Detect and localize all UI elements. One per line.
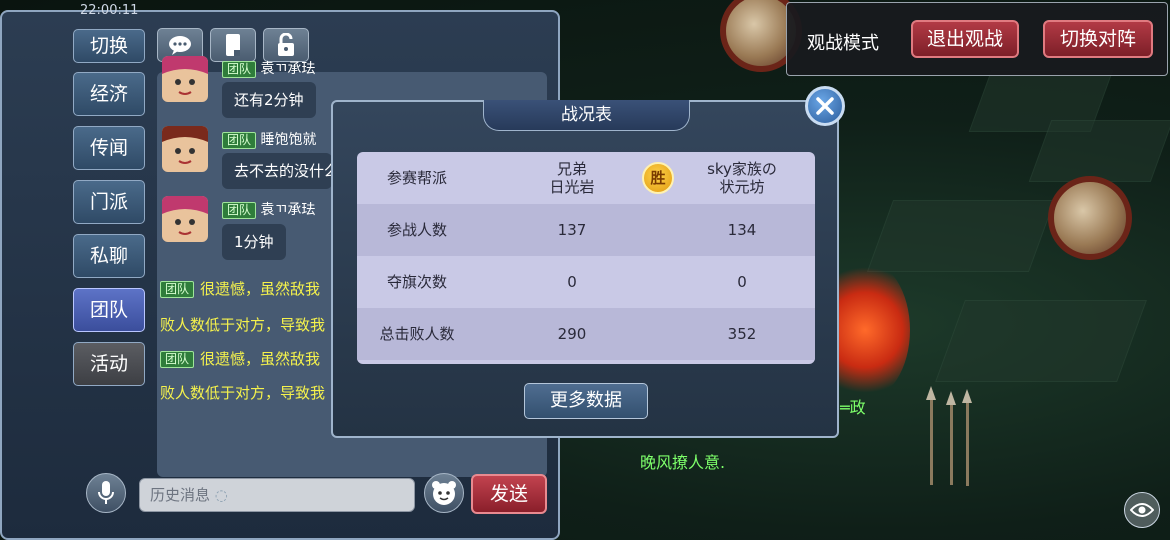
history-message-input[interactable]: 历史消息 ◌ <box>139 478 415 512</box>
row-label: 夺旗次数 <box>386 273 447 291</box>
chat-bubble: 1分钟 <box>222 224 286 260</box>
chat-bubble: 还有2分钟 <box>222 82 316 118</box>
exit-spectate-button[interactable]: 退出观战 <box>911 20 1019 58</box>
spear-rack <box>962 389 972 486</box>
tab-team[interactable]: 团队 <box>73 288 145 332</box>
tab-activity[interactable]: 活动 <box>73 342 145 386</box>
switch-matchup-button[interactable]: 切换对阵 <box>1043 20 1153 58</box>
table-header-row: 参赛帮派 兄弟 日光岩 胜 sky家族の 状元坊 <box>357 152 815 204</box>
stone-steps <box>1028 120 1170 182</box>
unlock-icon[interactable] <box>263 28 309 62</box>
loading-icon: ◌ <box>214 486 228 504</box>
system-message: 败人数低于对方，导致我 <box>160 316 326 334</box>
spectate-bar: 观战模式 退出观战 切换对阵 <box>786 2 1168 76</box>
team-b-value: 352 <box>727 325 757 343</box>
send-button[interactable]: 发送 <box>471 474 547 514</box>
avatar[interactable] <box>162 126 208 172</box>
phone-icon[interactable] <box>210 28 256 62</box>
team-a-value: 290 <box>557 325 587 343</box>
player-name-label: ═政 <box>840 398 866 417</box>
spear-rack <box>926 386 936 485</box>
system-message: 团队 很遗憾，虽然敌我 <box>160 348 330 369</box>
team-a-value: 0 <box>567 273 577 291</box>
chat-bubble: 去不去的没什么 <box>222 153 332 189</box>
tab-rumor[interactable]: 传闻 <box>73 126 145 170</box>
table-row: 夺旗次数 0 0 <box>357 256 815 308</box>
emoji-icon[interactable] <box>424 473 464 513</box>
avatar[interactable] <box>162 196 208 242</box>
row-label: 总击败人数 <box>379 325 455 343</box>
ground-tile <box>935 300 1147 382</box>
tab-sect[interactable]: 门派 <box>73 180 145 224</box>
header-label: 参赛帮派 <box>386 169 447 187</box>
status-time: 22:00:11 <box>80 3 139 18</box>
win-badge-icon: 胜 <box>642 162 674 194</box>
tab-economy[interactable]: 经济 <box>73 72 145 116</box>
war-drum <box>1048 176 1132 260</box>
close-button[interactable] <box>805 86 845 126</box>
tab-private[interactable]: 私聊 <box>73 234 145 278</box>
microphone-icon[interactable] <box>86 473 126 513</box>
avatar[interactable] <box>162 56 208 102</box>
team-b-value: 134 <box>727 221 757 239</box>
team-b-value: 0 <box>737 273 747 291</box>
team-b-name: sky家族の 状元坊 <box>707 160 777 196</box>
system-message: 团队 很遗憾，虽然敌我 <box>160 278 330 299</box>
player-name-label: 晚风撩人意. <box>640 453 726 472</box>
team-a-value: 137 <box>557 221 587 239</box>
dialog-title: 战况表 <box>483 100 690 131</box>
ground-tile <box>866 200 1056 272</box>
tab-switch[interactable]: 切换 <box>73 29 145 63</box>
battle-stats-table: 参赛帮派 兄弟 日光岩 胜 sky家族の 状元坊 参战人数 137 134 夺旗… <box>357 152 815 364</box>
eye-icon[interactable] <box>1124 492 1160 528</box>
close-icon <box>816 97 834 115</box>
system-message: 败人数低于对方，导致我 <box>160 384 326 402</box>
message-sender: 团队 袁ㄲ承珐 <box>222 58 315 78</box>
spectate-mode-label: 观战模式 <box>807 33 879 54</box>
row-label: 参战人数 <box>386 221 447 239</box>
table-row: 总击败人数 290 352 <box>357 308 815 360</box>
more-data-button[interactable]: 更多数据 <box>524 383 648 419</box>
message-sender: 团队 睡饱饱就 <box>222 129 316 149</box>
message-sender: 团队 袁ㄲ承珐 <box>222 199 315 219</box>
table-row: 参战人数 137 134 <box>357 204 815 256</box>
team-a-name: 兄弟 日光岩 <box>549 160 595 196</box>
battle-report-dialog: 战况表 参赛帮派 兄弟 日光岩 胜 sky家族の 状元坊 参战人数 137 13… <box>331 86 845 438</box>
spear-rack <box>946 391 956 485</box>
